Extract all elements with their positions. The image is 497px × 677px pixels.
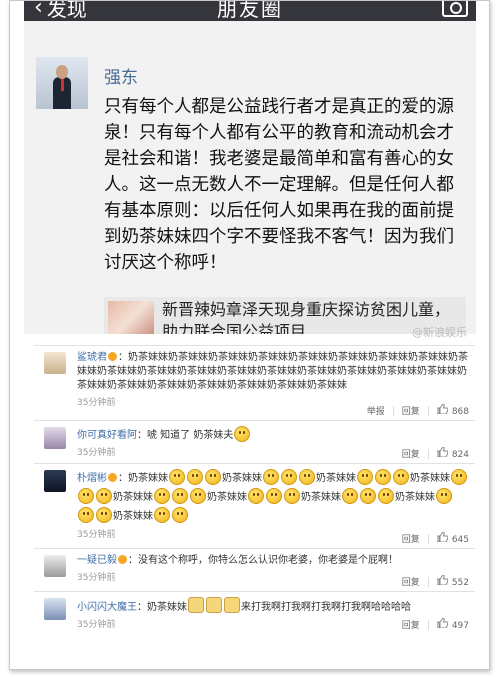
watermark: @新浪娱乐 [412,326,467,339]
like-button[interactable]: 552 [436,575,469,588]
comment-text: ：奶茶妹妹 [118,473,168,484]
comment-list: 鲨琥君 ：奶茶妹妹奶茶妹妹奶茶妹妹奶茶妹妹奶茶妹妹奶茶妹妹奶茶妹妹奶茶妹妹奶茶妹妹… [34,345,475,634]
post-author[interactable]: 强东 [104,63,138,88]
vip-badge-icon [108,352,117,361]
comment-text: ：奶茶妹妹奶茶妹妹奶茶妹妹奶茶妹妹奶茶妹妹奶茶妹妹奶茶妹妹奶茶妹妹奶茶妹妹奶茶妹… [77,352,468,391]
avatar[interactable] [44,427,66,449]
vip-badge-icon [118,555,127,564]
thumb-up-icon [436,575,448,585]
like-count: 868 [451,407,469,417]
cat-emoji-icon [188,597,204,613]
like-count: 824 [451,450,469,460]
comment-text: ：没有这个称呼，你特么怎么认识你老婆，你老婆是个屁啊！ [128,555,398,566]
like-count: 645 [451,535,469,545]
comment-author[interactable]: 你可真好看阿 [77,430,137,441]
page-title: 朋友圈 [217,1,283,21]
comment-item: 你可真好看阿：唬 知道了 奶茶妹夫 35分钟前 回复 824 [34,420,475,463]
like-button[interactable]: 497 [436,618,469,631]
comment-author[interactable]: 鲨琥君 [77,352,107,363]
comment-author[interactable]: 一疑已毅 [77,555,117,566]
report-button[interactable]: 举报 [367,404,385,417]
comment-text: ：奶茶妹妹 [137,602,187,613]
comment-text: ：唬 知道了 奶茶妹夫 [137,430,234,441]
smile-emoji-icon [234,426,251,442]
screenshot-frame: ‹ 发现 朋友圈 强东 只有每个人都是公益践行者才是真正的爱的源泉！只有每个人都… [9,0,490,670]
reply-button[interactable]: 回复 [402,447,420,460]
like-button[interactable]: 645 [436,532,469,545]
comment-author[interactable]: 朴熠彬 [77,473,107,484]
post-text: 只有每个人都是公益践行者才是真正的爱的源泉！只有每个人都有公平的教育和流动机会才… [104,97,454,273]
thumb-up-icon [436,618,448,628]
comment-item: 小闪闪大魔王：奶茶妹妹 来打我啊打我啊打我啊打我啊哈哈哈哈 35分钟前 回复 49… [34,591,475,634]
moments-screenshot: ‹ 发现 朋友圈 强东 只有每个人都是公益践行者才是真正的爱的源泉！只有每个人都… [24,1,476,334]
avatar[interactable] [44,470,66,492]
thumb-up-icon [436,532,448,542]
like-button[interactable]: 824 [436,447,469,460]
comment-item: 鲨琥君 ：奶茶妹妹奶茶妹妹奶茶妹妹奶茶妹妹奶茶妹妹奶茶妹妹奶茶妹妹奶茶妹妹奶茶妹妹… [34,345,475,420]
avatar[interactable] [36,57,88,109]
camera-icon[interactable] [442,1,468,17]
avatar[interactable] [44,352,66,374]
reply-button[interactable]: 回复 [402,575,420,588]
comment-item: 朴熠彬 ：奶茶妹妹 奶茶妹妹 奶茶妹妹 奶茶妹妹奶茶妹妹 奶茶妹妹 奶茶妹妹 奶茶妹妹奶茶妹妹… [34,463,475,548]
comment-author[interactable]: 小闪闪大魔王 [77,602,137,613]
like-button[interactable]: 868 [436,404,469,417]
reply-button[interactable]: 回复 [402,618,420,631]
vip-badge-icon [108,473,117,482]
thumb-up-icon [436,404,448,414]
navbar: ‹ 发现 朋友圈 [24,1,476,21]
like-count: 497 [451,621,469,631]
thumb-up-icon [436,447,448,457]
comment-item: 一疑已毅 ：没有这个称呼，你特么怎么认识你老婆，你老婆是个屁啊！ 35分钟前 回复… [34,548,475,591]
like-count: 552 [451,578,469,588]
reply-button[interactable]: 回复 [402,404,420,417]
reply-button[interactable]: 回复 [402,532,420,545]
link-thumbnail [108,301,154,334]
avatar[interactable] [44,555,66,577]
avatar[interactable] [44,598,66,620]
